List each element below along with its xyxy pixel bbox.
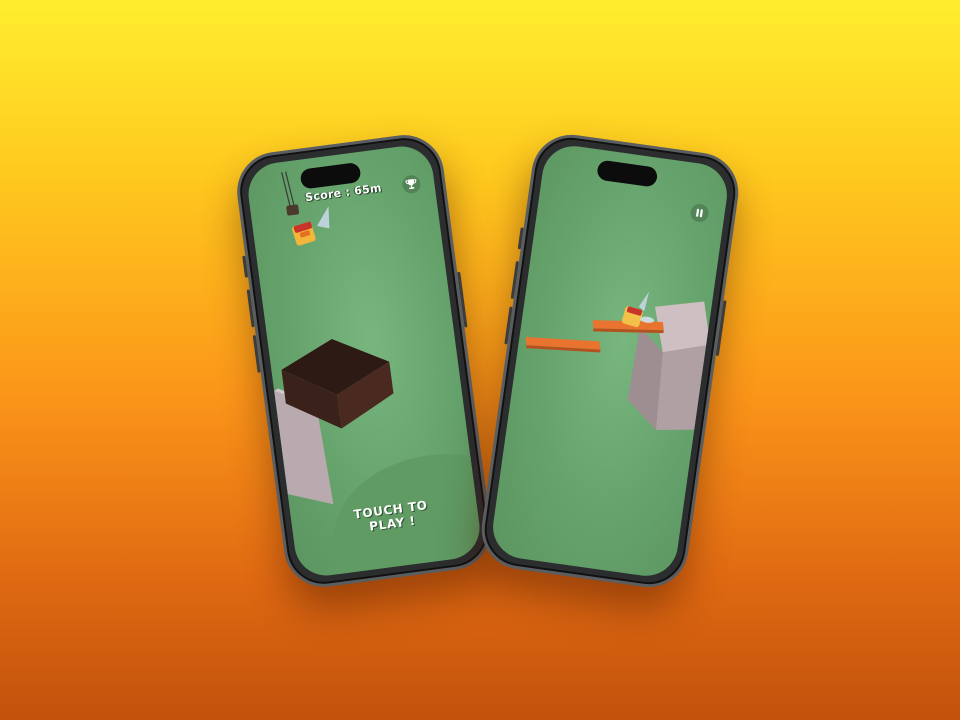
power-button (457, 271, 468, 328)
wing-icon (638, 291, 650, 312)
mute-switch (242, 255, 249, 278)
phone-left: Score : 65m TOUCH TO PLAY ! (232, 130, 496, 592)
mute-switch (517, 227, 524, 250)
phone-right (476, 129, 744, 593)
power-button (715, 300, 727, 357)
game-screen-start[interactable]: Score : 65m TOUCH TO PLAY ! (244, 142, 484, 580)
volume-up-button (246, 289, 255, 328)
volume-up-button (510, 260, 519, 299)
volume-down-button (252, 334, 261, 373)
play-scene (525, 291, 711, 431)
wing-icon (316, 206, 330, 229)
game-screen-play[interactable] (488, 142, 732, 580)
volume-down-button (504, 306, 513, 345)
trophy-icon (405, 178, 417, 190)
